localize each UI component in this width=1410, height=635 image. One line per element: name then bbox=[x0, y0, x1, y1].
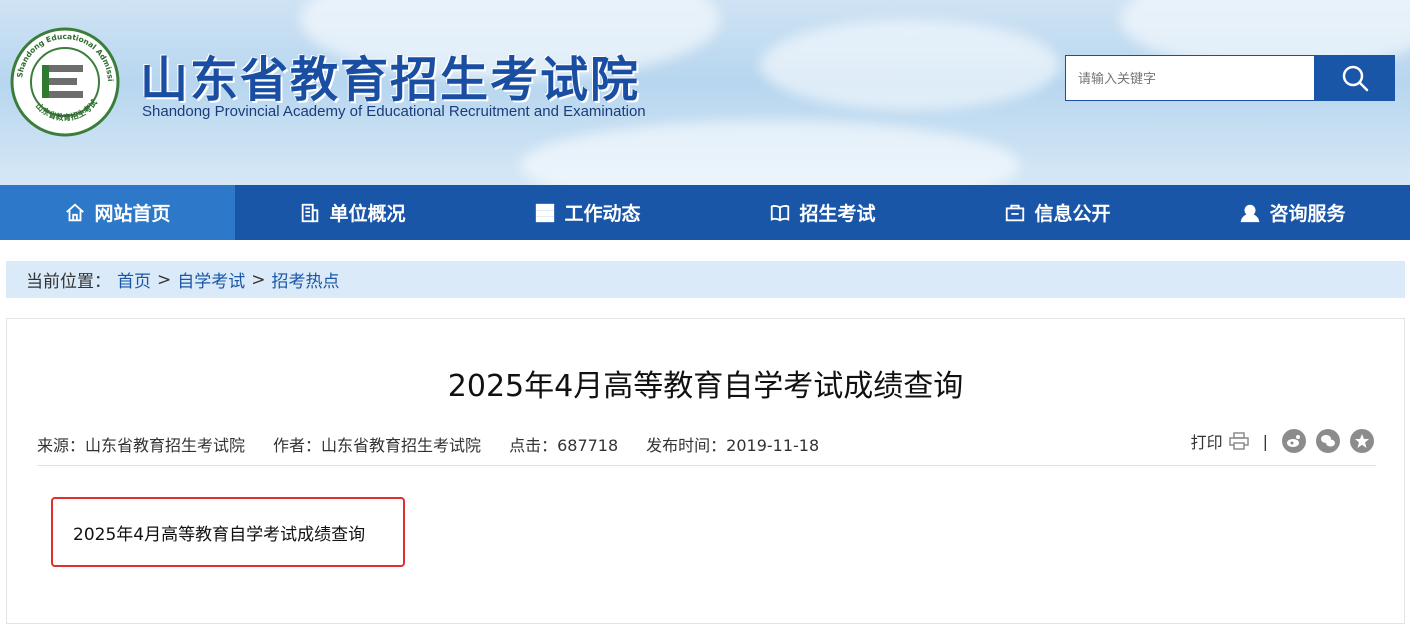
breadcrumb-link-home[interactable]: 首页 bbox=[117, 267, 151, 292]
meta-divider bbox=[37, 465, 1376, 466]
e-letter-logo-icon: Shandong Educational Admission & Examina… bbox=[6, 20, 120, 137]
print-button[interactable]: 打印 bbox=[1191, 429, 1249, 453]
home-icon bbox=[66, 203, 85, 221]
nav-item-label: 网站首页 bbox=[94, 203, 171, 225]
print-label: 打印 bbox=[1190, 433, 1223, 452]
wechat-icon bbox=[1321, 435, 1335, 447]
breadcrumb-separator: > bbox=[157, 269, 172, 290]
nav-item-exams[interactable]: 招生考试 bbox=[705, 185, 940, 240]
share-weibo-button[interactable] bbox=[1282, 429, 1306, 453]
meta-author-label: 作者： bbox=[273, 436, 322, 455]
nav-item-label: 单位概况 bbox=[329, 203, 406, 225]
breadcrumb-separator: > bbox=[251, 269, 266, 290]
nav-item-news[interactable]: 工作动态 bbox=[470, 185, 705, 240]
folder-icon bbox=[1006, 204, 1025, 221]
nav-item-overview[interactable]: 单位概况 bbox=[235, 185, 470, 240]
site-title: 山东省教育招生考试院 bbox=[140, 52, 641, 108]
nav-item-disclosure[interactable]: 信息公开 bbox=[940, 185, 1175, 240]
meta-date: 发布时间：2019-11-18 bbox=[646, 432, 819, 456]
meta-date-value: 2019-11-18 bbox=[726, 436, 820, 455]
cloud-decoration bbox=[520, 120, 1020, 185]
meta-clicks: 点击：687718 bbox=[509, 432, 618, 456]
server-icon bbox=[536, 203, 555, 222]
meta-author-value: 山东省教育招生考试院 bbox=[321, 436, 482, 455]
article-title: 2025年4月高等教育自学考试成绩查询 bbox=[447, 369, 964, 404]
search-button[interactable] bbox=[1314, 55, 1395, 101]
meta-source: 来源：山东省教育招生考试院 bbox=[37, 432, 245, 456]
user-service-icon bbox=[1241, 204, 1260, 222]
meta-source-label: 来源： bbox=[37, 436, 86, 455]
article-meta: 来源：山东省教育招生考试院 作者：山东省教育招生考试院 点击：687718 发布… bbox=[37, 432, 819, 456]
nav-item-home[interactable]: 网站首页 bbox=[0, 185, 235, 240]
search-input[interactable] bbox=[1065, 55, 1315, 101]
article-tools: 打印 | bbox=[1191, 429, 1374, 453]
weibo-icon bbox=[1287, 435, 1300, 447]
printer-icon bbox=[1228, 432, 1249, 450]
score-query-link[interactable]: 2025年4月高等教育自学考试成绩查询 bbox=[51, 497, 405, 567]
score-query-link-text: 2025年4月高等教育自学考试成绩查询 bbox=[73, 524, 366, 545]
breadcrumb: 当前位置： 首页 > 自学考试 > 招考热点 bbox=[6, 261, 1405, 298]
nav-item-label: 工作动态 bbox=[564, 203, 641, 225]
nav-item-label: 咨询服务 bbox=[1269, 203, 1346, 225]
star-icon bbox=[1355, 434, 1369, 448]
site-subtitle: Shandong Provincial Academy of Education… bbox=[142, 103, 646, 120]
meta-clicks-label: 点击： bbox=[509, 436, 558, 455]
book-icon bbox=[771, 204, 790, 221]
main-nav: 网站首页 单位概况 工作动态 招生考试 信息公开 咨询服务 bbox=[0, 185, 1410, 240]
breadcrumb-link-hot-topics[interactable]: 招考热点 bbox=[272, 267, 340, 292]
search-icon bbox=[1342, 65, 1368, 92]
site-logo[interactable]: Shandong Educational Admission & Examina… bbox=[6, 20, 120, 137]
meta-clicks-value: 687718 bbox=[557, 436, 619, 455]
article-panel: 2025年4月高等教育自学考试成绩查询 来源：山东省教育招生考试院 作者：山东省… bbox=[6, 318, 1405, 624]
site-header: Shandong Educational Admission & Examina… bbox=[0, 0, 1410, 185]
nav-item-consult[interactable]: 咨询服务 bbox=[1175, 185, 1410, 240]
share-wechat-button[interactable] bbox=[1316, 429, 1340, 453]
cloud-decoration bbox=[760, 20, 1060, 110]
breadcrumb-link-self-exam[interactable]: 自学考试 bbox=[177, 267, 245, 292]
meta-author: 作者：山东省教育招生考试院 bbox=[273, 432, 481, 456]
nav-item-label: 信息公开 bbox=[1034, 203, 1111, 225]
meta-source-value: 山东省教育招生考试院 bbox=[85, 436, 246, 455]
building-icon bbox=[302, 203, 319, 222]
nav-item-label: 招生考试 bbox=[799, 203, 876, 225]
meta-date-label: 发布时间： bbox=[646, 436, 727, 455]
tools-separator: | bbox=[1262, 431, 1268, 451]
favorite-button[interactable] bbox=[1350, 429, 1374, 453]
breadcrumb-prefix: 当前位置： bbox=[26, 272, 111, 292]
